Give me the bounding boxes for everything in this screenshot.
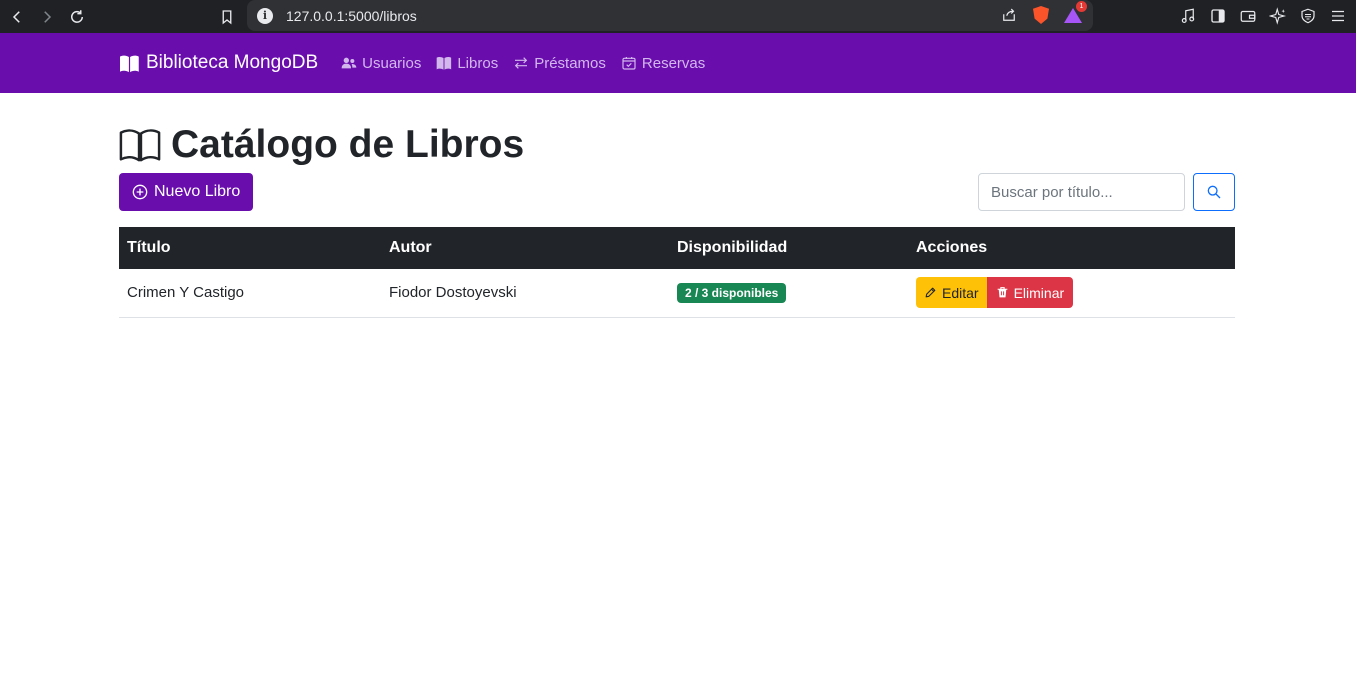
url-text[interactable]: 127.0.0.1:5000/libros [286,8,417,24]
column-header-titulo: Título [119,227,381,269]
new-book-button[interactable]: Nuevo Libro [119,173,254,211]
page-title-text: Catálogo de Libros [171,122,525,166]
rewards-badge: 1 [1076,1,1087,12]
wallet-icon [1240,10,1256,22]
open-book-icon [120,55,139,72]
search-input[interactable] [978,173,1185,211]
site-info-icon[interactable]: i [257,7,273,24]
music-note-icon [1181,8,1195,23]
leo-ai-button[interactable] [1268,5,1288,27]
cell-disponibilidad: 2 / 3 disponibles [669,269,908,318]
main-content: Catálogo de Libros Nuevo Libro Título Au… [0,93,1235,318]
back-button[interactable] [2,2,32,32]
nav-link-usuarios[interactable]: Usuarios [341,55,421,72]
brave-shield-icon [1033,6,1049,24]
nav-link-libros[interactable]: Libros [436,55,498,72]
browser-toolbar: i 127.0.0.1:5000/libros 1 [0,0,1356,33]
nav-link-label: Usuarios [362,54,422,72]
books-table: Título Autor Disponibilidad Acciones Cri… [119,227,1235,318]
toolbar: Nuevo Libro [119,173,1235,211]
bookmark-button[interactable] [212,2,242,32]
plus-circle-icon [132,184,148,200]
edit-button[interactable]: Editar [916,277,987,309]
book-icon [437,56,452,70]
nav-link-label: Préstamos [534,54,606,72]
search-button[interactable] [1193,173,1235,211]
nav-link-label: Reservas [641,54,706,72]
reload-button[interactable] [62,2,92,32]
users-icon [341,57,357,69]
brand-label: Biblioteca MongoDB [146,52,319,73]
cell-titulo: Crimen Y Castigo [119,269,381,318]
share-icon [1003,8,1015,21]
trash-icon [997,287,1007,298]
column-header-disponibilidad: Disponibilidad [669,227,908,269]
new-book-label: Nuevo Libro [154,183,241,200]
open-book-outline-icon [119,128,161,162]
column-header-autor: Autor [381,227,669,269]
app-navbar: Biblioteca MongoDB Usuarios Libros Prést… [0,33,1356,93]
nav-link-prestamos[interactable]: Préstamos [513,55,606,72]
edit-label: Editar [942,284,979,301]
vpn-button[interactable] [1298,5,1318,27]
forward-button[interactable] [32,2,62,32]
table-header-row: Título Autor Disponibilidad Acciones [119,227,1235,269]
brave-shields-button[interactable] [1031,5,1051,25]
chevron-left-icon [12,10,20,23]
table-row: Crimen Y Castigo Fiodor Dostoyevski 2 / … [119,269,1235,318]
search-form [978,173,1235,211]
pencil-icon [925,287,936,298]
nav-link-label: Libros [457,54,499,72]
cell-acciones: Editar Eliminar [908,269,1235,318]
hamburger-menu-icon [1332,10,1344,22]
sidebar-icon [1211,9,1225,23]
availability-badge: 2 / 3 disponibles [677,282,787,303]
search-icon [1207,185,1221,199]
calendar-check-icon [622,57,636,70]
page-title: Catálogo de Libros [119,123,1235,166]
share-button[interactable] [999,5,1019,25]
row-actions: Editar Eliminar [916,277,1074,309]
address-bar[interactable]: i 127.0.0.1:5000/libros 1 [247,0,1093,31]
nav-link-reservas[interactable]: Reservas [621,55,705,72]
sidebar-button[interactable] [1208,5,1228,27]
vpn-shield-icon [1301,8,1315,24]
chevron-right-icon [44,10,52,23]
reload-icon [71,9,83,23]
cell-autor: Fiodor Dostoyevski [381,269,669,318]
column-header-acciones: Acciones [908,227,1235,269]
bookmark-icon [222,10,232,25]
menu-button[interactable] [1328,5,1348,27]
arrows-exchange-icon [515,57,528,69]
media-button[interactable] [1178,5,1198,27]
delete-button[interactable]: Eliminar [986,277,1074,309]
delete-label: Eliminar [1013,284,1065,301]
brave-rewards-button[interactable]: 1 [1063,1,1087,25]
sparkle-icon [1269,7,1287,25]
wallet-button[interactable] [1238,5,1258,27]
brand-link[interactable]: Biblioteca MongoDB [119,52,318,74]
